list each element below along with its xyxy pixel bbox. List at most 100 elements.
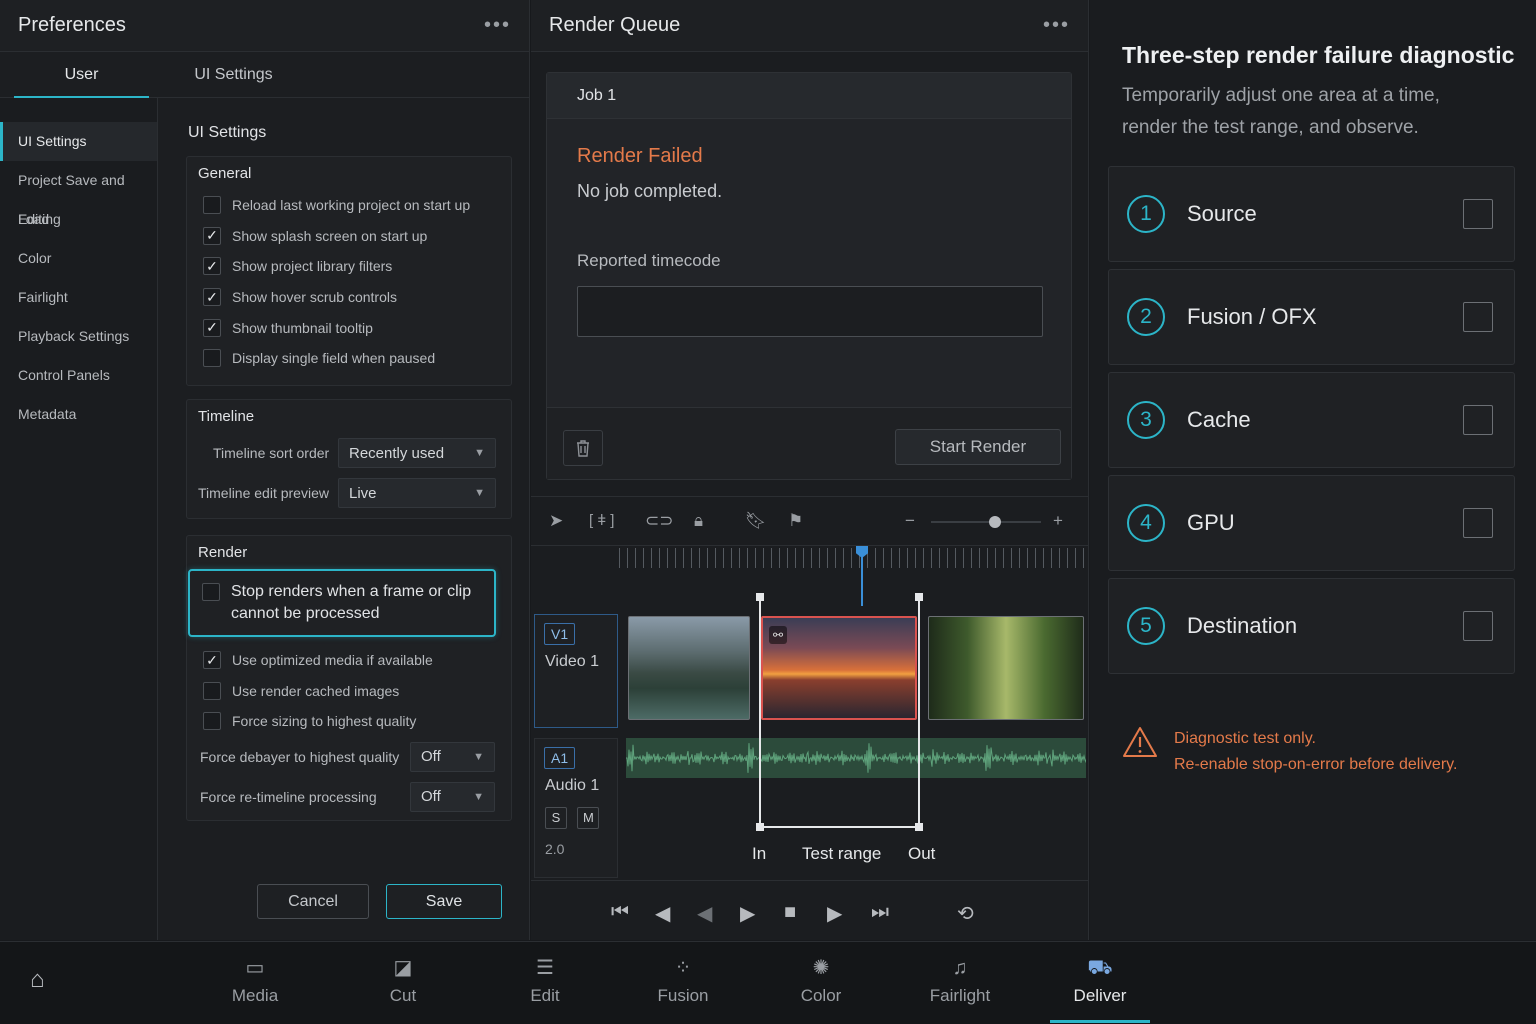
loop-icon[interactable]: ⟲ [957, 901, 974, 926]
go-to-start-icon[interactable]: ⏮ [611, 901, 629, 924]
audio-track-header[interactable]: A1 Audio 1 S M 2.0 [534, 738, 618, 878]
flag-icon[interactable]: ⚑ [788, 511, 803, 531]
lock-icon[interactable]: 🔒︎ [694, 511, 703, 531]
home-icon[interactable]: ⌂ [30, 966, 45, 994]
timecode-field[interactable] [577, 286, 1043, 337]
diagnostic-step[interactable]: 3 Cache [1108, 372, 1515, 468]
trim-icon[interactable]: [ ǂ ] [589, 511, 614, 531]
diagnostic-step[interactable]: 1 Source [1108, 166, 1515, 262]
page-deliver-label: Deliver [1073, 986, 1127, 1005]
sidebar-item-fairlight[interactable]: Fairlight [0, 278, 157, 317]
sidebar-item-playback-settings[interactable]: Playback Settings [0, 317, 157, 356]
out-handle-bottom[interactable] [915, 823, 923, 831]
zoom-slider-handle[interactable] [989, 516, 1001, 528]
tab-user[interactable]: User [14, 52, 149, 98]
save-button[interactable]: Save [386, 884, 502, 919]
zoom-slider[interactable] [931, 521, 1041, 523]
timeline-toolbar: ➤ [ ǂ ] ⊂⊃ 🔒︎ 🔖︎ ⚑ − + [531, 496, 1088, 546]
page-media[interactable]: ▭ Media [205, 954, 305, 1006]
video-track-header[interactable]: V1 Video 1 [534, 614, 618, 728]
page-edit[interactable]: ☰ Edit [495, 954, 595, 1006]
zoom-out-icon[interactable]: − [905, 511, 915, 531]
sidebar-item-metadata[interactable]: Metadata [0, 395, 157, 434]
timeline-preview-dropdown[interactable]: Live ▼ [338, 478, 496, 508]
start-render-button[interactable]: Start Render [895, 429, 1061, 465]
debayer-dropdown[interactable]: Off ▼ [410, 741, 495, 772]
page-deliver[interactable]: ⛟ Deliver [1050, 954, 1150, 1023]
render-checkbox[interactable]: ✓ [203, 651, 221, 670]
step-back-icon[interactable]: ◀ [655, 901, 670, 926]
sidebar-item-project-save-load[interactable]: Project Save and Load [0, 161, 157, 227]
diagnostic-step[interactable]: 5 Destination [1108, 578, 1515, 674]
audio-track-name: Audio 1 [545, 777, 600, 794]
cancel-button[interactable]: Cancel [257, 884, 369, 919]
step-label: Fusion / OFX [1187, 304, 1317, 329]
general-checkbox[interactable] [203, 196, 221, 215]
general-checkbox[interactable]: ✓ [203, 318, 221, 337]
out-handle-top[interactable] [915, 593, 923, 601]
page-navigation-bar: ⌂ ▭ Media ◪ Cut ☰ Edit ⁘ Fusion ✺ Color ♫ Fair… [0, 941, 1536, 1024]
timeline-ruler[interactable] [619, 548, 1089, 568]
stop-renders-checkbox[interactable] [202, 583, 220, 601]
general-checkbox[interactable] [203, 349, 221, 368]
trash-icon[interactable] [563, 430, 603, 466]
in-marker[interactable] [759, 597, 761, 827]
render-option[interactable]: Force sizing to highest quality [187, 706, 511, 737]
general-option[interactable]: Display single field when paused [187, 343, 511, 374]
bookmark-icon[interactable]: 🔖︎ [745, 511, 767, 531]
clip-mountains[interactable] [628, 616, 750, 720]
out-marker[interactable] [918, 597, 920, 827]
more-options-icon[interactable]: ••• [1043, 14, 1070, 37]
diagnostic-step[interactable]: 2 Fusion / OFX [1108, 269, 1515, 365]
solo-button[interactable]: S [545, 807, 567, 829]
zoom-in-icon[interactable]: + [1053, 511, 1063, 531]
render-checkbox[interactable] [203, 712, 221, 731]
general-checkbox[interactable]: ✓ [203, 226, 221, 245]
page-fairlight[interactable]: ♫ Fairlight [910, 954, 1010, 1006]
step-checkbox[interactable] [1463, 611, 1493, 641]
sidebar-item-control-panels[interactable]: Control Panels [0, 356, 157, 395]
retimeline-dropdown[interactable]: Off ▼ [410, 781, 495, 812]
general-option[interactable]: Reload last working project on start up [187, 190, 511, 221]
play-icon[interactable]: ▶ [740, 901, 755, 926]
general-option[interactable]: ✓ Show hover scrub controls [187, 282, 511, 313]
step-checkbox[interactable] [1463, 302, 1493, 332]
tab-ui-settings[interactable]: UI Settings [166, 52, 301, 98]
chevron-down-icon: ▼ [473, 750, 484, 763]
general-option[interactable]: ✓ Show splash screen on start up [187, 221, 511, 252]
link-icon[interactable]: ⊂⊃ [645, 511, 674, 531]
render-checkbox[interactable] [203, 681, 221, 700]
job-card[interactable]: Job 1 Render Failed No job completed. Re… [546, 72, 1072, 480]
sidebar-item-color[interactable]: Color [0, 239, 157, 278]
timeline-sort-dropdown[interactable]: Recently used ▼ [338, 438, 496, 468]
render-option[interactable]: Use render cached images [187, 676, 511, 707]
step-checkbox[interactable] [1463, 508, 1493, 538]
general-checkbox[interactable]: ✓ [203, 288, 221, 307]
general-option[interactable]: ✓ Show project library filters [187, 251, 511, 282]
clip-forest[interactable] [928, 616, 1084, 720]
clip-sunset[interactable]: ⚯ [761, 616, 917, 720]
sidebar-item-editing[interactable]: Editing [0, 200, 157, 239]
pointer-icon[interactable]: ➤ [549, 511, 563, 531]
go-to-end-icon[interactable]: ⏭ [871, 901, 889, 924]
page-fusion[interactable]: ⁘ Fusion [633, 954, 733, 1006]
more-options-icon[interactable]: ••• [484, 14, 511, 37]
step-checkbox[interactable] [1463, 199, 1493, 229]
page-cut[interactable]: ◪ Cut [353, 954, 453, 1006]
in-handle-bottom[interactable] [756, 823, 764, 831]
diagnostic-step[interactable]: 4 GPU [1108, 475, 1515, 571]
general-option[interactable]: ✓ Show thumbnail tooltip [187, 312, 511, 343]
sidebar-item-ui-settings[interactable]: UI Settings [0, 122, 157, 161]
in-handle-top[interactable] [756, 593, 764, 601]
reverse-play-icon[interactable]: ◀ [697, 901, 712, 926]
page-color[interactable]: ✺ Color [771, 954, 871, 1006]
step-forward-icon[interactable]: ▶ [827, 901, 842, 926]
mute-button[interactable]: M [577, 807, 600, 829]
general-checkbox[interactable]: ✓ [203, 257, 221, 276]
step-number: 1 [1127, 195, 1165, 233]
stop-icon[interactable]: ■ [784, 901, 796, 924]
step-checkbox[interactable] [1463, 405, 1493, 435]
stop-renders-option[interactable]: Stop renders when a frame or clip cannot… [188, 569, 496, 637]
render-option[interactable]: ✓ Use optimized media if available [187, 645, 511, 676]
audio-clip[interactable] [626, 738, 1086, 778]
